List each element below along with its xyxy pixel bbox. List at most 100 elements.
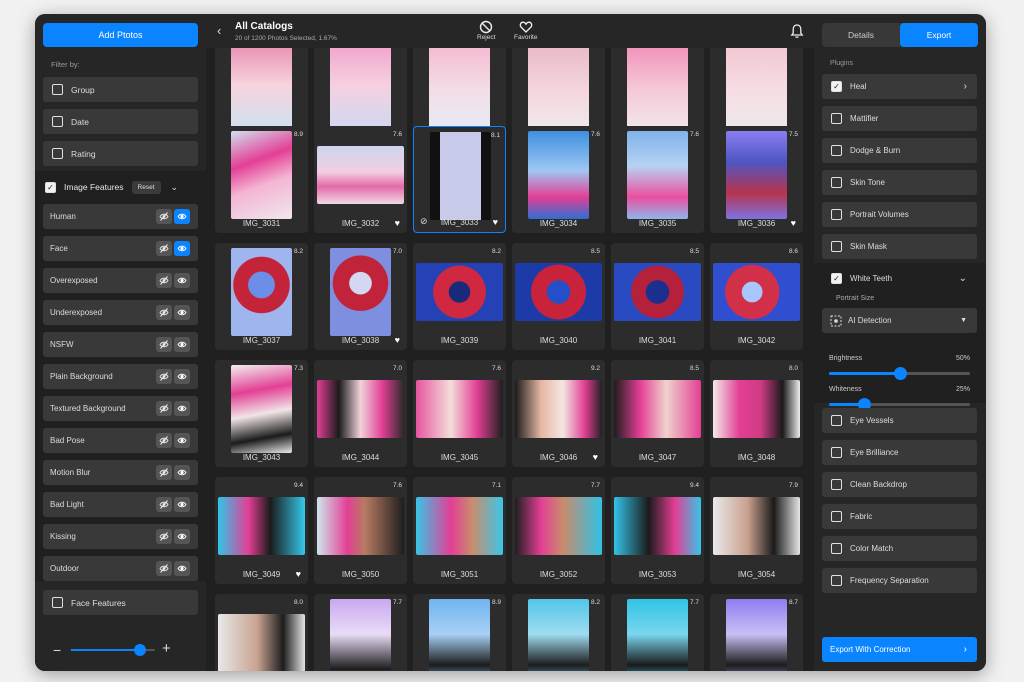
reject-button[interactable]: Reject <box>477 20 495 41</box>
feature-row[interactable]: Face <box>43 236 198 261</box>
eye-icon[interactable] <box>174 465 190 480</box>
photo-card[interactable]: 7.0 IMG_3038 ♥ <box>314 243 407 350</box>
photo-card[interactable]: 7.7 <box>314 594 407 671</box>
checkbox[interactable] <box>831 145 842 156</box>
reject-icon[interactable]: ⊘ <box>420 216 428 227</box>
photo-thumbnail[interactable] <box>416 380 503 438</box>
photo-card[interactable]: 7.1 IMG_3051 <box>413 477 506 584</box>
checkbox[interactable] <box>831 113 842 124</box>
plugin-item[interactable]: Skin Mask <box>822 234 977 259</box>
plugin-item[interactable]: Frequency Separation <box>822 568 977 593</box>
heart-icon[interactable]: ♥ <box>593 452 598 462</box>
photo-thumbnail[interactable] <box>317 380 404 438</box>
feature-row[interactable]: Human <box>43 204 198 229</box>
feature-row[interactable]: Overexposed <box>43 268 198 293</box>
feature-row[interactable]: Underexposed <box>43 300 198 325</box>
back-chevron-icon[interactable]: ‹ <box>217 23 221 38</box>
eye-slash-icon[interactable] <box>156 497 172 512</box>
checkbox[interactable] <box>831 447 842 458</box>
photo-card[interactable]: 8.2 <box>512 594 605 671</box>
photo-card[interactable]: 7.6 IMG_3035 <box>611 126 704 233</box>
plugin-item[interactable]: Portrait Volumes <box>822 202 977 227</box>
eye-icon[interactable] <box>174 369 190 384</box>
eye-icon[interactable] <box>174 241 190 256</box>
image-features-checkbox[interactable]: ✓ <box>45 181 56 193</box>
zoom-out-icon[interactable]: − <box>53 642 61 658</box>
eye-icon[interactable] <box>174 305 190 320</box>
photo-card[interactable]: 7.6 IMG_3050 <box>314 477 407 584</box>
eye-icon[interactable] <box>174 273 190 288</box>
photo-thumbnail[interactable] <box>317 497 404 555</box>
eye-icon[interactable] <box>174 497 190 512</box>
zoom-in-icon[interactable]: + <box>162 640 171 657</box>
photo-thumbnail[interactable] <box>614 497 701 555</box>
photo-thumbnail[interactable] <box>429 599 490 671</box>
add-photos-button[interactable]: Add Ptotos <box>43 23 198 47</box>
photo-thumbnail[interactable] <box>218 614 305 671</box>
whiteness-slider[interactable] <box>829 398 970 411</box>
feature-row[interactable]: Bad Light <box>43 492 198 517</box>
eye-slash-icon[interactable] <box>156 529 172 544</box>
brightness-slider-handle[interactable] <box>893 367 907 380</box>
photo-thumbnail[interactable] <box>416 497 503 555</box>
photo-thumbnail[interactable] <box>528 599 589 671</box>
checkbox[interactable] <box>831 511 842 522</box>
plugin-item[interactable]: Fabric <box>822 504 977 529</box>
detection-select[interactable]: AI Detection ▼ <box>822 308 977 333</box>
eye-icon[interactable] <box>174 529 190 544</box>
photo-thumbnail[interactable] <box>713 263 800 321</box>
feature-row[interactable]: Motion Blur <box>43 460 198 485</box>
photo-card[interactable]: 8.5 IMG_3040 <box>512 243 605 350</box>
eye-slash-icon[interactable] <box>156 305 172 320</box>
photo-card[interactable]: 9.2 IMG_3046 ♥ <box>512 360 605 467</box>
eye-slash-icon[interactable] <box>156 337 172 352</box>
photo-card[interactable]: 7.6 IMG_3032 ♥ <box>314 126 407 233</box>
plugin-item[interactable]: ✓ Heal › <box>822 74 977 99</box>
photo-card[interactable]: 9.4 IMG_3053 <box>611 477 704 584</box>
plugin-white-teeth[interactable]: ✓ White Teeth ⌄ <box>822 266 977 291</box>
photo-card[interactable]: 8.5 IMG_3041 <box>611 243 704 350</box>
photo-thumbnail[interactable] <box>317 146 404 204</box>
eye-icon[interactable] <box>174 433 190 448</box>
checkbox[interactable] <box>831 415 842 426</box>
photo-thumbnail[interactable] <box>515 497 602 555</box>
photo-card[interactable]: 7.3 IMG_3043 <box>215 360 308 467</box>
plugin-item[interactable]: Eye Brilliance <box>822 440 977 465</box>
eye-icon[interactable] <box>174 337 190 352</box>
photo-thumbnail[interactable] <box>726 599 787 671</box>
photo-card[interactable]: 8.2 IMG_3037 <box>215 243 308 350</box>
photo-thumbnail[interactable] <box>231 248 292 336</box>
checkbox[interactable] <box>831 209 842 220</box>
photo-thumbnail[interactable] <box>627 599 688 671</box>
photo-card[interactable]: 8.2 IMG_3039 <box>413 243 506 350</box>
zoom-slider[interactable] <box>71 644 155 656</box>
eye-icon[interactable] <box>174 401 190 416</box>
tab-details[interactable]: Details <box>822 23 900 47</box>
photo-thumbnail[interactable] <box>330 599 391 671</box>
photo-thumbnail[interactable] <box>429 48 490 129</box>
photo-card[interactable]: 7.7 IMG_3052 <box>512 477 605 584</box>
chevron-down-icon[interactable]: ⌄ <box>171 182 179 193</box>
eye-slash-icon[interactable] <box>156 433 172 448</box>
heart-icon[interactable]: ♥ <box>791 218 796 228</box>
photo-thumbnail[interactable] <box>627 131 688 219</box>
eye-slash-icon[interactable] <box>156 465 172 480</box>
plugin-item[interactable]: Mattifier <box>822 106 977 131</box>
photo-thumbnail[interactable] <box>528 131 589 219</box>
photo-thumbnail[interactable] <box>515 380 602 438</box>
photo-card[interactable]: 8.7 <box>710 594 803 671</box>
plugin-item[interactable]: Skin Tone <box>822 170 977 195</box>
photo-thumbnail[interactable] <box>515 263 602 321</box>
checkbox[interactable] <box>831 177 842 188</box>
plugin-item[interactable]: Eye Vessels <box>822 408 977 433</box>
photo-card[interactable]: 7.0 IMG_3044 <box>314 360 407 467</box>
eye-slash-icon[interactable] <box>156 209 172 224</box>
tab-export[interactable]: Export <box>900 23 978 47</box>
checkbox[interactable] <box>52 148 63 159</box>
photo-card[interactable]: 7.6 IMG_3034 <box>512 126 605 233</box>
reset-button[interactable]: Reset <box>131 180 161 194</box>
feature-row[interactable]: Bad Pose <box>43 428 198 453</box>
photo-card[interactable]: 8.1 IMG_3033 ♥ ⊘ <box>413 126 506 233</box>
eye-slash-icon[interactable] <box>156 561 172 576</box>
photo-thumbnail[interactable] <box>430 132 491 220</box>
